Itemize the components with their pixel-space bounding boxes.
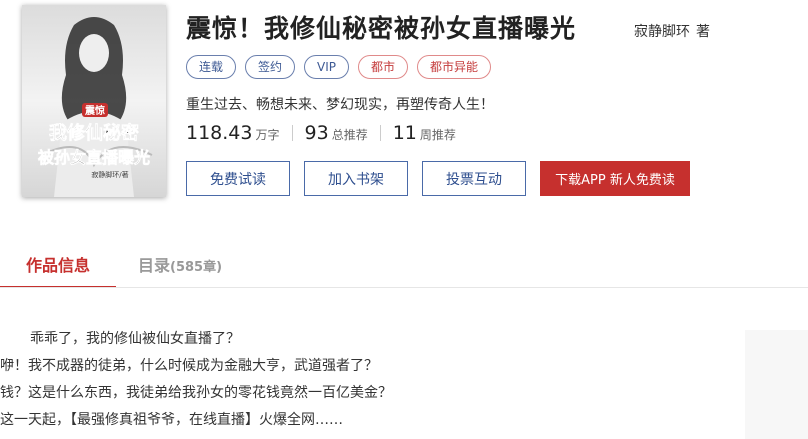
tab-bar: 作品信息 目录(585章) bbox=[0, 252, 808, 288]
stat-value: 118.43 bbox=[186, 122, 253, 144]
stat-unit: 总推荐 bbox=[331, 128, 368, 142]
tab-catalog-label: 目录 bbox=[138, 256, 171, 275]
stat-unit: 万字 bbox=[255, 128, 280, 142]
author-suffix: 著 bbox=[696, 24, 710, 40]
stat-divider bbox=[291, 125, 293, 141]
cover-line2: 我修仙秘密 bbox=[49, 122, 139, 144]
tag-signed[interactable]: 签约 bbox=[245, 55, 296, 79]
tab-book-info[interactable]: 作品信息 bbox=[0, 252, 116, 288]
tag-subcategory[interactable]: 都市异能 bbox=[417, 55, 492, 79]
stat-word-count: 118.43 万字 bbox=[186, 122, 280, 144]
tag-list: 连载 签约 VIP 都市 都市异能 bbox=[186, 55, 492, 79]
stat-value: 11 bbox=[392, 122, 417, 144]
author-name[interactable]: 寂静脚环 bbox=[634, 24, 690, 40]
stat-divider bbox=[379, 125, 381, 141]
add-to-shelf-button[interactable]: 加入书架 bbox=[304, 161, 408, 196]
tab-divider bbox=[0, 287, 808, 288]
cover-line3: 被孙女直播曝光 bbox=[38, 148, 150, 167]
book-description: 乖乖了，我的修仙被仙女直播了？ 咿！我不成器的徒弟，什么时候成为金融大亨，武道强… bbox=[0, 326, 392, 434]
stat-weekly-recommend: 11 周推荐 bbox=[393, 122, 456, 144]
description-line: 钱？这是什么东西，我徒弟给我孙女的零花钱竟然一百亿美金？ bbox=[0, 385, 392, 401]
figure-face bbox=[79, 34, 109, 72]
book-cover[interactable]: 震惊 我修仙秘密 被孙女直播曝光 寂静脚环/著 bbox=[22, 5, 166, 197]
tag-category[interactable]: 都市 bbox=[358, 55, 409, 79]
action-buttons: 免费试读 加入书架 投票互动 下载APP 新人免费读 bbox=[186, 161, 690, 196]
stat-value: 93 bbox=[304, 122, 329, 144]
description-line: 乖乖了，我的修仙被仙女直播了？ bbox=[30, 331, 240, 347]
tag-vip[interactable]: VIP bbox=[304, 55, 350, 79]
tag-status[interactable]: 连载 bbox=[186, 55, 237, 79]
description-line: 咿！我不成器的徒弟，什么时候成为金融大亨，武道强者了？ bbox=[0, 358, 378, 374]
free-read-button[interactable]: 免费试读 bbox=[186, 161, 290, 196]
stat-total-recommend: 93 总推荐 bbox=[305, 122, 368, 144]
vote-button[interactable]: 投票互动 bbox=[422, 161, 526, 196]
cover-line1: 震惊 bbox=[85, 104, 105, 117]
side-panel bbox=[745, 330, 808, 439]
tab-catalog[interactable]: 目录(585章) bbox=[138, 252, 222, 286]
author-line: 寂静脚环著 bbox=[634, 21, 710, 41]
book-stats: 118.43 万字 93 总推荐 11 周推荐 bbox=[186, 122, 456, 144]
download-app-button[interactable]: 下载APP 新人免费读 bbox=[540, 161, 690, 196]
description-line: 这一天起，【最强修真祖爷爷，在线直播】火爆全网…… bbox=[0, 412, 343, 428]
stat-unit: 周推荐 bbox=[419, 128, 456, 142]
book-intro: 重生过去、畅想未来、梦幻现实，再塑传奇人生！ bbox=[186, 97, 494, 113]
tab-catalog-count: (585章) bbox=[170, 260, 223, 275]
cover-author: 寂静脚环/著 bbox=[91, 170, 128, 179]
cover-art: 震惊 我修仙秘密 被孙女直播曝光 寂静脚环/著 bbox=[22, 5, 166, 197]
book-title: 震惊！我修仙秘密被孙女直播曝光 bbox=[186, 14, 577, 43]
